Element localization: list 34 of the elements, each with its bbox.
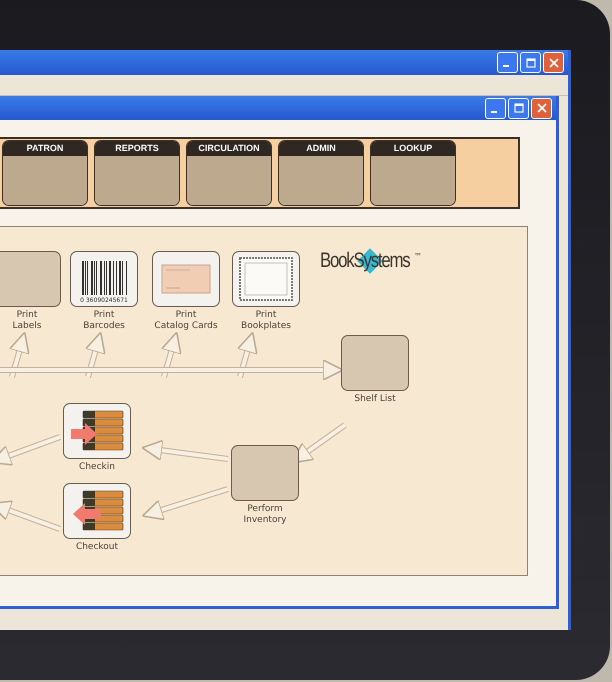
node-label: Shelf List — [353, 394, 397, 405]
checkin-button[interactable] — [63, 403, 131, 459]
toolbar-button[interactable]: PATRON — [2, 140, 88, 206]
close-icon — [536, 103, 546, 113]
maximize-icon — [526, 58, 536, 68]
node-label: Checkout — [74, 542, 120, 553]
node-label: Checkin — [78, 462, 116, 473]
bookplate-button[interactable] — [232, 251, 300, 307]
node-label: Print Catalog Cards — [153, 310, 219, 332]
photo-button[interactable] — [231, 445, 299, 501]
photo-button[interactable] — [341, 335, 409, 391]
node-label: Print Bookplates — [240, 310, 292, 332]
minimize-button[interactable] — [485, 98, 506, 118]
catalog-card-button[interactable] — [152, 251, 220, 307]
toolbar-button[interactable]: ADMIN — [278, 140, 364, 206]
photo-button[interactable] — [0, 251, 61, 307]
arrow — [0, 434, 62, 466]
minimize-icon — [502, 65, 508, 67]
toolbar-button[interactable]: CIRCULATION — [186, 140, 272, 206]
close-icon — [548, 58, 558, 68]
arrow — [0, 500, 62, 532]
checkout-button[interactable] — [63, 483, 131, 539]
node-label: Perform Inventory — [242, 504, 288, 526]
minimize-button[interactable] — [497, 52, 518, 73]
close-button[interactable] — [543, 52, 564, 73]
node-label: Print Labels — [12, 310, 42, 332]
maximize-button[interactable] — [508, 98, 529, 118]
close-button[interactable] — [531, 98, 552, 118]
node-label: Print Barcodes — [82, 310, 126, 332]
toolbar-button[interactable]: LOOKUP — [370, 140, 456, 206]
minimize-icon — [490, 110, 496, 112]
toolbar-button[interactable]: REPORTS — [94, 140, 180, 206]
maximize-button[interactable] — [520, 52, 541, 73]
maximize-icon — [514, 103, 524, 113]
